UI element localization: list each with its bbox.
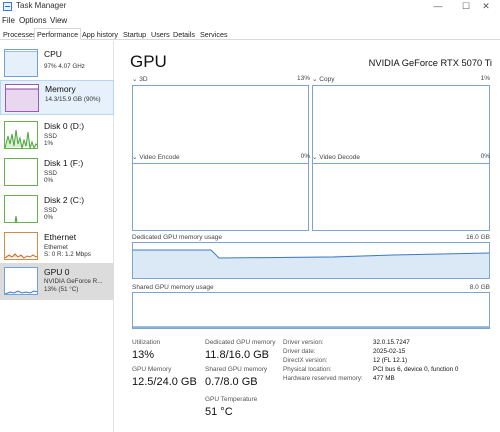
directx-version-value: 12 (FL 12.1) (373, 357, 408, 364)
sidebar-disk2-usage: 0% (44, 214, 54, 221)
sidebar-disk2-type: SSD (44, 207, 57, 214)
gpu-temperature-label: GPU Temperature (205, 396, 258, 403)
directx-version-label: DirectX version: (283, 357, 328, 364)
tab-bar: Processes Performance App history Startu… (0, 27, 500, 40)
close-button[interactable]: ✕ (472, 0, 500, 14)
sidebar-cpu-title: CPU (44, 49, 62, 59)
shared-memory-graph (132, 292, 490, 329)
sidebar-disk1-type: SSD (44, 170, 57, 177)
graph-copy-percent: 1% (480, 75, 490, 82)
graph-video-decode-label[interactable]: ⌄ Video Decode (312, 153, 360, 161)
sidebar-memory-usage: 14.3/15.9 GB (90%) (45, 96, 101, 103)
hardware-reserved-memory-value: 477 MB (373, 375, 395, 382)
graph-video-encode-percent: 0% (300, 153, 310, 160)
sidebar-gpu0-model: NVIDIA GeForce R... (44, 278, 103, 285)
tab-services[interactable]: Services (197, 28, 231, 40)
graph-video-encode-label[interactable]: ⌄ Video Encode (132, 153, 180, 161)
ethernet-thumbnail-graph (4, 232, 38, 260)
graph-video-decode-percent: 0% (480, 153, 490, 160)
gpu0-thumbnail-graph (4, 267, 38, 295)
minimize-button[interactable]: — (424, 0, 452, 14)
sidebar-disk0-usage: 1% (44, 140, 54, 147)
title-bar: Task Manager — ☐ ✕ (0, 0, 500, 14)
sidebar-disk1-usage: 0% (44, 177, 54, 184)
sidebar-item-memory[interactable]: Memory 14.3/15.9 GB (90%) (0, 80, 114, 115)
driver-date-value: 2025-02-15 (373, 348, 406, 355)
physical-location-value: PCI bus 6, device 0, function 0 (373, 366, 459, 373)
graph-copy-label[interactable]: ⌄ Copy (312, 75, 334, 83)
hardware-reserved-memory-label: Hardware reserved memory: (283, 375, 363, 382)
gpu-memory-value: 12.5/24.0 GB (132, 376, 197, 388)
cpu-thumbnail-graph (4, 49, 38, 77)
dedicated-memory-graph (132, 242, 490, 279)
sidebar-gpu0-title: GPU 0 (44, 267, 70, 277)
menu-view[interactable]: View (50, 16, 67, 25)
sidebar-ethernet-title: Ethernet (44, 232, 77, 242)
graph-3d-percent: 13% (296, 75, 310, 82)
sidebar-item-gpu0[interactable]: GPU 0 NVIDIA GeForce R... 13% (51 °C) (0, 263, 114, 300)
dedicated-memory-max: 16.0 GB (466, 234, 490, 241)
dedicated-memory-graph-label: Dedicated GPU memory usage (132, 234, 222, 241)
tab-startup[interactable]: Startup (120, 28, 149, 40)
shared-gpu-memory-label: Shared GPU memory (205, 366, 268, 373)
disk0-thumbnail-graph (4, 121, 38, 149)
task-manager-icon (3, 2, 12, 11)
shared-memory-graph-label: Shared GPU memory usage (132, 284, 214, 291)
tab-app-history[interactable]: App history (79, 28, 121, 40)
sidebar-cpu-usage: 97% 4.07 GHz (44, 63, 85, 70)
graph-3d-label[interactable]: ⌄ 3D (132, 75, 148, 83)
performance-sidebar: CPU 97% 4.07 GHz Memory 14.3/15.9 GB (90… (0, 41, 114, 432)
graph-video-encode (132, 163, 309, 231)
menu-file[interactable]: File (2, 16, 15, 25)
sidebar-gpu0-usage: 13% (51 °C) (44, 286, 79, 293)
utilization-label: Utilization (132, 339, 161, 346)
shared-gpu-memory-value: 0.7/8.0 GB (205, 376, 258, 388)
sidebar-item-disk0[interactable]: Disk 0 (D:) SSD 1% (0, 117, 114, 159)
menu-options[interactable]: Options (19, 16, 47, 25)
dedicated-gpu-memory-value: 11.8/16.0 GB (205, 349, 270, 361)
disk1-thumbnail-graph (4, 158, 38, 186)
sidebar-disk2-title: Disk 2 (C:) (44, 195, 85, 205)
graph-video-decode (312, 163, 490, 231)
gpu-detail-panel: GPU NVIDIA GeForce RTX 5070 Ti ⌄ 3D 13% … (130, 41, 492, 432)
sidebar-ethernet-adapter: Ethernet (44, 244, 68, 251)
physical-location-label: Physical location: (283, 366, 332, 373)
memory-thumbnail-graph (5, 84, 39, 112)
tab-details[interactable]: Details (170, 28, 198, 40)
tab-performance[interactable]: Performance (34, 28, 82, 40)
sidebar-disk0-title: Disk 0 (D:) (44, 121, 85, 131)
window-title: Task Manager (16, 1, 67, 10)
driver-version-label: Driver version: (283, 339, 324, 346)
driver-version-value: 32.0.15.7247 (373, 339, 410, 346)
sidebar-item-disk2[interactable]: Disk 2 (C:) SSD 0% (0, 191, 114, 233)
disk2-thumbnail-graph (4, 195, 38, 223)
sidebar-item-disk1[interactable]: Disk 1 (F:) SSD 0% (0, 154, 114, 196)
sidebar-memory-title: Memory (45, 84, 76, 94)
shared-memory-max: 8.0 GB (469, 284, 490, 291)
dedicated-gpu-memory-label: Dedicated GPU memory (205, 339, 276, 346)
sidebar-disk0-type: SSD (44, 133, 57, 140)
sidebar-disk1-title: Disk 1 (F:) (44, 158, 84, 168)
page-title: GPU (130, 52, 167, 71)
gpu-memory-label: GPU Memory (132, 366, 172, 373)
gpu-temperature-value: 51 °C (205, 406, 233, 418)
utilization-value: 13% (132, 349, 155, 361)
menu-bar: File Options View (0, 14, 500, 27)
gpu-model-name: NVIDIA GeForce RTX 5070 Ti (368, 58, 492, 68)
sidebar-ethernet-throughput: S: 0 R: 1.2 Mbps (44, 251, 91, 258)
driver-date-label: Driver date: (283, 348, 316, 355)
